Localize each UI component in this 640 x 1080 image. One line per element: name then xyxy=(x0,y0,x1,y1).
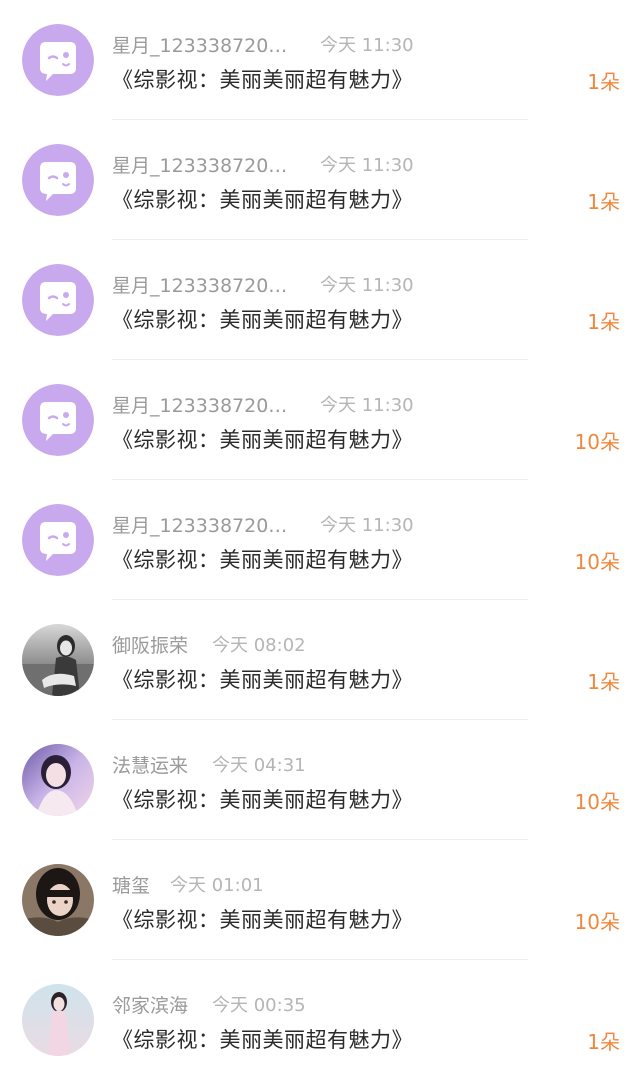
book-title[interactable]: 《综影视：美丽美丽超有魅力》 xyxy=(112,304,413,334)
avatar[interactable] xyxy=(22,504,94,576)
meta-line: 法慧运来 今天 04:31 xyxy=(112,751,306,778)
gift-amount: 1朵 xyxy=(587,190,620,214)
book-title[interactable]: 《综影视：美丽美丽超有魅力》 xyxy=(112,544,413,574)
avatar[interactable] xyxy=(22,624,94,696)
timestamp: 今天 11:30 xyxy=(320,515,414,536)
book-title[interactable]: 《综影视：美丽美丽超有魅力》 xyxy=(112,1024,413,1054)
meta-line: 星月_123338720… 今天 11:30 xyxy=(112,271,414,298)
user-name[interactable]: 邻家滨海 xyxy=(112,991,212,1018)
photo-avatar-icon xyxy=(22,624,94,696)
gift-amount: 1朵 xyxy=(587,1030,620,1054)
photo-avatar-icon xyxy=(22,744,94,816)
user-name[interactable]: 御阪振荣 xyxy=(112,631,212,658)
book-title[interactable]: 《综影视：美丽美丽超有魅力》 xyxy=(112,64,413,94)
gift-amount: 1朵 xyxy=(587,670,620,694)
avatar[interactable] xyxy=(22,264,94,336)
default-chat-icon xyxy=(22,144,94,216)
gift-amount: 10朵 xyxy=(574,430,620,454)
meta-line: 星月_123338720… 今天 11:30 xyxy=(112,151,414,178)
user-name[interactable]: 法慧运来 xyxy=(112,751,212,778)
user-name[interactable]: 星月_123338720… xyxy=(112,151,320,178)
list-item[interactable]: 星月_123338720… 今天 11:30 《综影视：美丽美丽超有魅力》 10… xyxy=(0,360,640,480)
user-name[interactable]: 星月_123338720… xyxy=(112,31,320,58)
list-item[interactable]: 星月_123338720… 今天 11:30 《综影视：美丽美丽超有魅力》 1朵 xyxy=(0,120,640,240)
user-name[interactable]: 瑭玺 xyxy=(112,871,170,898)
book-title[interactable]: 《综影视：美丽美丽超有魅力》 xyxy=(112,904,413,934)
list-item[interactable]: 星月_123338720… 今天 11:30 《综影视：美丽美丽超有魅力》 1朵 xyxy=(0,240,640,360)
default-chat-icon xyxy=(22,24,94,96)
gift-record-list: 星月_123338720… 今天 11:30 《综影视：美丽美丽超有魅力》 1朵… xyxy=(0,0,640,1065)
book-title[interactable]: 《综影视：美丽美丽超有魅力》 xyxy=(112,784,413,814)
timestamp: 今天 01:01 xyxy=(170,875,264,896)
timestamp: 今天 00:35 xyxy=(212,995,306,1016)
meta-line: 邻家滨海 今天 00:35 xyxy=(112,991,306,1018)
list-item[interactable]: 瑭玺 今天 01:01 《综影视：美丽美丽超有魅力》 10朵 xyxy=(0,840,640,960)
meta-line: 星月_123338720… 今天 11:30 xyxy=(112,391,414,418)
avatar[interactable] xyxy=(22,144,94,216)
avatar[interactable] xyxy=(22,744,94,816)
gift-amount: 1朵 xyxy=(587,310,620,334)
list-item[interactable]: 御阪振荣 今天 08:02 《综影视：美丽美丽超有魅力》 1朵 xyxy=(0,600,640,720)
default-chat-icon xyxy=(22,504,94,576)
book-title[interactable]: 《综影视：美丽美丽超有魅力》 xyxy=(112,664,413,694)
book-title[interactable]: 《综影视：美丽美丽超有魅力》 xyxy=(112,184,413,214)
avatar[interactable] xyxy=(22,864,94,936)
list-item[interactable]: 邻家滨海 今天 00:35 《综影视：美丽美丽超有魅力》 1朵 xyxy=(0,960,640,1080)
user-name[interactable]: 星月_123338720… xyxy=(112,391,320,418)
meta-line: 星月_123338720… 今天 11:30 xyxy=(112,31,414,58)
avatar[interactable] xyxy=(22,384,94,456)
timestamp: 今天 11:30 xyxy=(320,35,414,56)
gift-amount: 1朵 xyxy=(587,70,620,94)
timestamp: 今天 11:30 xyxy=(320,155,414,176)
meta-line: 御阪振荣 今天 08:02 xyxy=(112,631,306,658)
user-name[interactable]: 星月_123338720… xyxy=(112,271,320,298)
meta-line: 瑭玺 今天 01:01 xyxy=(112,871,264,898)
timestamp: 今天 11:30 xyxy=(320,275,414,296)
list-item[interactable]: 星月_123338720… 今天 11:30 《综影视：美丽美丽超有魅力》 10… xyxy=(0,480,640,600)
timestamp: 今天 04:31 xyxy=(212,755,306,776)
gift-amount: 10朵 xyxy=(574,790,620,814)
photo-avatar-icon xyxy=(22,864,94,936)
meta-line: 星月_123338720… 今天 11:30 xyxy=(112,511,414,538)
list-item[interactable]: 星月_123338720… 今天 11:30 《综影视：美丽美丽超有魅力》 1朵 xyxy=(0,0,640,120)
book-title[interactable]: 《综影视：美丽美丽超有魅力》 xyxy=(112,424,413,454)
default-chat-icon xyxy=(22,264,94,336)
avatar[interactable] xyxy=(22,984,94,1056)
list-item[interactable]: 法慧运来 今天 04:31 《综影视：美丽美丽超有魅力》 10朵 xyxy=(0,720,640,840)
timestamp: 今天 11:30 xyxy=(320,395,414,416)
user-name[interactable]: 星月_123338720… xyxy=(112,511,320,538)
timestamp: 今天 08:02 xyxy=(212,635,306,656)
gift-amount: 10朵 xyxy=(574,910,620,934)
avatar[interactable] xyxy=(22,24,94,96)
default-chat-icon xyxy=(22,384,94,456)
photo-avatar-icon xyxy=(22,984,94,1056)
gift-amount: 10朵 xyxy=(574,550,620,574)
